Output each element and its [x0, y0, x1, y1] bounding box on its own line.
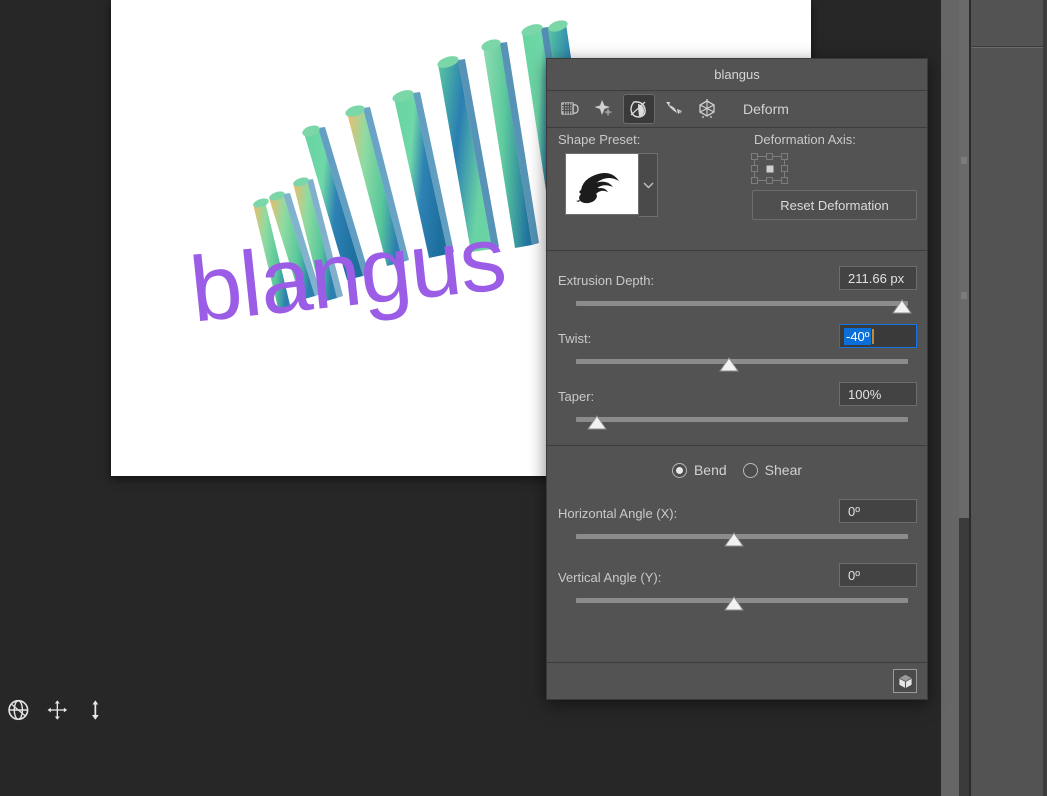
photoshop-workspace: blangus blangus: [0, 0, 1047, 796]
reset-deformation-button[interactable]: Reset Deformation: [752, 190, 917, 220]
3d-deform-icon: [628, 99, 650, 119]
radio-bend-dot[interactable]: [672, 463, 687, 478]
slider-thumb[interactable]: [891, 299, 913, 315]
taper-slider[interactable]: [558, 415, 917, 433]
twist-slider[interactable]: [558, 357, 917, 375]
vertical-angle-label: Vertical Angle (Y):: [558, 570, 661, 585]
slider-thumb[interactable]: [718, 357, 740, 373]
slider-thumb[interactable]: [586, 415, 608, 431]
vertical-angle-input[interactable]: 0º: [839, 563, 917, 587]
panel-tab-bar: Deform: [547, 91, 927, 128]
shape-preset-picker[interactable]: [565, 153, 658, 217]
horizontal-angle-slider[interactable]: [558, 532, 917, 550]
bend-shear-radio-group: Bend Shear: [557, 462, 917, 478]
tab-3d-coordinates[interactable]: [693, 95, 723, 123]
taper-label: Taper:: [558, 389, 594, 404]
text-cursor: [872, 329, 874, 344]
twist-input[interactable]: -40º: [839, 324, 917, 348]
slider-track: [576, 359, 908, 364]
vertical-angle-value: 0º: [848, 568, 860, 583]
render-3d-button[interactable]: [893, 669, 917, 693]
twist-row: Twist: -40º: [557, 323, 917, 357]
taper-input[interactable]: 100%: [839, 382, 917, 406]
3d-cap-icon: [663, 99, 685, 119]
swirl-shape-preset-icon: [571, 159, 633, 209]
tab-3d-deform[interactable]: [623, 94, 655, 124]
slider-track: [576, 417, 908, 422]
dock-grip-upper[interactable]: [961, 157, 967, 164]
slider-track: [576, 301, 908, 306]
orbit-3d-icon[interactable]: [6, 695, 31, 725]
panel-scrollbar-thumb[interactable]: [959, 0, 969, 518]
radio-shear[interactable]: Shear: [743, 462, 802, 478]
horizontal-angle-label: Horizontal Angle (X):: [558, 506, 677, 521]
extrusion-depth-label: Extrusion Depth:: [558, 273, 654, 288]
extrusion-depth-slider[interactable]: [558, 299, 917, 317]
shape-preset-dropdown-button[interactable]: [639, 153, 658, 217]
radio-bend[interactable]: Bend: [672, 462, 727, 478]
tab-3d-materials[interactable]: [589, 95, 619, 123]
horizontal-angle-input[interactable]: 0º: [839, 499, 917, 523]
horizontal-angle-row: Horizontal Angle (X): 0º: [557, 498, 917, 532]
3d-scene-icon: [559, 99, 581, 119]
extrusion-depth-input[interactable]: 211.66 px: [839, 266, 917, 290]
taper-value: 100%: [848, 387, 881, 402]
dock-grip-lower[interactable]: [961, 292, 967, 299]
3d-coordinates-icon: [697, 99, 719, 119]
dock-gap: [941, 0, 961, 796]
deformation-axis-grid[interactable]: [750, 152, 790, 186]
deformation-axis-center-cell[interactable]: [767, 166, 774, 173]
extrusion-depth-row: Extrusion Depth: 211.66 px: [557, 265, 917, 299]
panel-title: blangus: [547, 59, 927, 91]
render-3d-icon: [898, 674, 913, 689]
panel-tab-caption: Deform: [743, 101, 789, 117]
3d-properties-panel: blangus: [546, 58, 928, 700]
radio-bend-label: Bend: [694, 462, 727, 478]
slide-3d-icon[interactable]: [83, 695, 108, 725]
vertical-angle-row: Vertical Angle (Y): 0º: [557, 562, 917, 596]
slider-thumb[interactable]: [723, 596, 745, 612]
svg-text:blangus: blangus: [186, 207, 510, 341]
right-panel-column[interactable]: [971, 0, 1047, 796]
shape-preset-label: Shape Preset:: [558, 132, 640, 147]
panel-footer: [547, 662, 927, 699]
shape-preset-section: Shape Preset: Deformation Axis:: [547, 128, 927, 251]
dock-right-edge: [1043, 0, 1047, 796]
extrusion-depth-value: 211.66 px: [848, 271, 904, 286]
horizontal-angle-value: 0º: [848, 504, 860, 519]
taper-row: Taper: 100%: [557, 381, 917, 415]
3d-materials-icon: [593, 99, 615, 119]
tab-3d-scene[interactable]: [555, 95, 585, 123]
slider-thumb[interactable]: [723, 532, 745, 548]
vertical-angle-slider[interactable]: [558, 596, 917, 614]
twist-label: Twist:: [558, 331, 591, 346]
radio-shear-label: Shear: [765, 462, 802, 478]
tab-3d-cap[interactable]: [659, 95, 689, 123]
shape-preset-thumbnail[interactable]: [565, 153, 639, 215]
deformation-axis-label: Deformation Axis:: [754, 132, 856, 147]
pan-3d-icon[interactable]: [45, 695, 70, 725]
deform-sliders-section: Extrusion Depth: 211.66 px Twist: -40º: [547, 251, 927, 446]
twist-value: -40º: [844, 328, 871, 345]
3d-camera-axis-widget[interactable]: [6, 692, 108, 728]
radio-shear-dot[interactable]: [743, 463, 758, 478]
bend-shear-section: Bend Shear Horizontal Angle (X): 0º: [547, 446, 927, 630]
chevron-down-icon: [643, 181, 654, 189]
